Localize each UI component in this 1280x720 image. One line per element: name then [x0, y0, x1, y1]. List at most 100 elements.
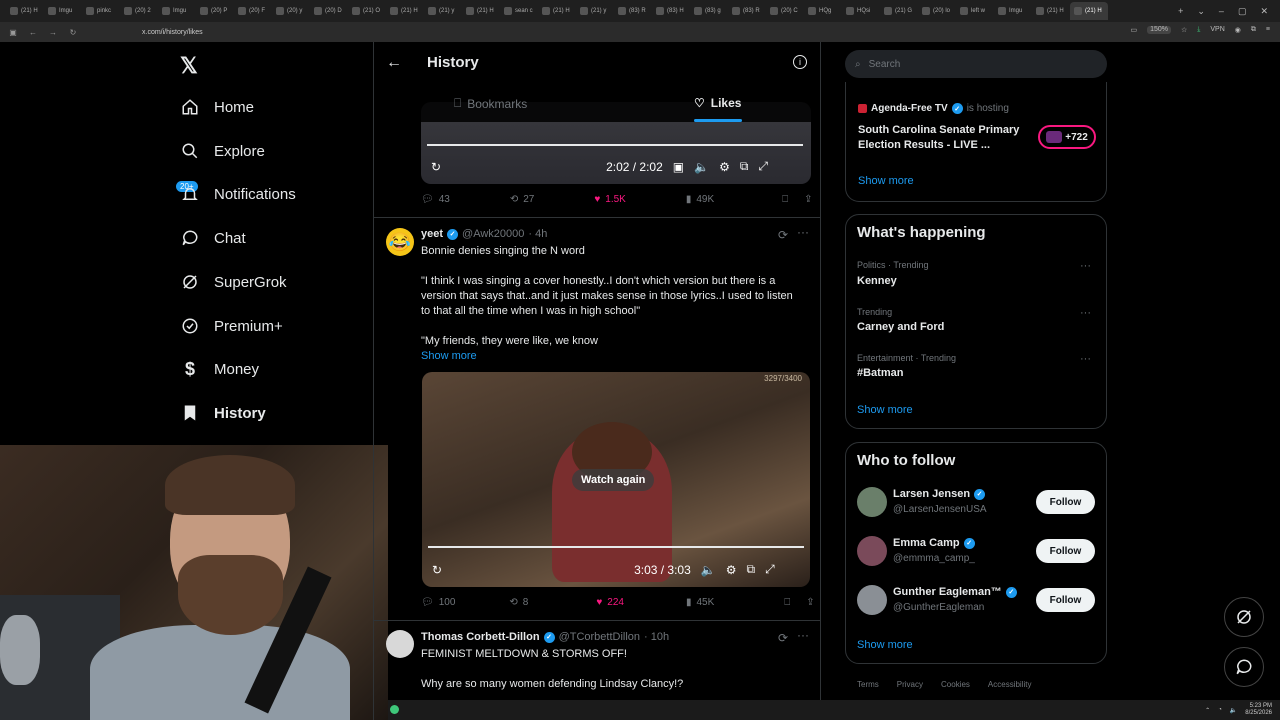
volume-icon[interactable]: 🔈: [701, 563, 716, 577]
url-field[interactable]: x.com/i/history/likes: [142, 29, 203, 36]
info-icon[interactable]: i: [793, 55, 807, 69]
tab-likes[interactable]: ♡ Likes: [694, 96, 741, 110]
footer-link-terms[interactable]: Terms: [857, 680, 879, 689]
maximize-icon[interactable]: ▢: [1238, 6, 1247, 17]
trend-name[interactable]: #Batman: [857, 367, 903, 379]
grok-explain-icon[interactable]: ⟳: [778, 228, 788, 242]
browser-tab[interactable]: HQsi: [842, 2, 880, 20]
browser-tab[interactable]: (21) H: [538, 2, 576, 20]
volume-icon[interactable]: 🔈: [694, 160, 709, 174]
watch-again-button[interactable]: Watch again: [572, 469, 655, 491]
wallet-icon[interactable]: ◉: [1235, 26, 1241, 34]
nav-notifications[interactable]: Notifications: [180, 184, 296, 204]
tweet-age[interactable]: · 10h: [644, 631, 669, 643]
browser-tab[interactable]: sean c: [500, 2, 538, 20]
trend-options-icon[interactable]: ···: [1080, 353, 1091, 365]
browser-tab[interactable]: (20) F: [234, 2, 272, 20]
browser-tab[interactable]: (83) R: [614, 2, 652, 20]
trend-options-icon[interactable]: ···: [1080, 307, 1091, 319]
follow-button[interactable]: Follow: [1036, 539, 1095, 563]
footer-link-accessibility[interactable]: Accessibility: [988, 680, 1032, 689]
browser-tab[interactable]: (20) P: [196, 2, 234, 20]
live-listeners[interactable]: +722: [1038, 125, 1096, 149]
browser-tab[interactable]: (20) y: [272, 2, 310, 20]
browser-tab[interactable]: (21) H: [1070, 2, 1108, 20]
follow-show-more[interactable]: Show more: [857, 639, 913, 651]
reply-button[interactable]: 💬︎ 43: [421, 194, 450, 205]
like-button[interactable]: ♥ 1.5K: [594, 194, 626, 205]
back-arrow-icon[interactable]: ←: [386, 54, 402, 72]
settings-icon[interactable]: ⚙: [726, 563, 737, 577]
browser-tab[interactable]: (83) R: [728, 2, 766, 20]
grok-float-button[interactable]: [1224, 597, 1264, 637]
browser-tab[interactable]: Imgu: [994, 2, 1032, 20]
browser-tab[interactable]: (21) H: [6, 2, 44, 20]
follow-button[interactable]: Follow: [1036, 588, 1095, 612]
show-more-link[interactable]: Show more: [421, 349, 477, 364]
browser-tab[interactable]: (83) g: [690, 2, 728, 20]
footer-link-privacy[interactable]: Privacy: [897, 680, 923, 689]
avatar[interactable]: 😂: [386, 228, 414, 256]
tab-list-icon[interactable]: ⌄: [1197, 6, 1205, 17]
browser-tab[interactable]: (21) H: [1032, 2, 1070, 20]
tweet1-video[interactable]: 3297/3400 Watch again ↻ 3:03 / 3:03 🔈 ⚙ …: [422, 372, 810, 587]
replay-icon[interactable]: ↻: [432, 563, 442, 577]
views-button[interactable]: ▮ 49K: [686, 194, 714, 205]
bookmark-button[interactable]: ⎕: [782, 194, 788, 205]
views-button[interactable]: ▮ 45K: [686, 597, 714, 608]
tweet0-progress-bar[interactable]: [427, 144, 803, 146]
trend-name[interactable]: Carney and Ford: [857, 321, 944, 333]
clock[interactable]: 5:23 PM 8/25/2026: [1245, 703, 1272, 717]
zoom-level[interactable]: 150%: [1147, 26, 1171, 34]
browser-tab[interactable]: (21) H: [386, 2, 424, 20]
grok-explain-icon[interactable]: ⟳: [778, 631, 788, 645]
live-host[interactable]: Agenda-Free TV ✓ is hosting: [858, 103, 1009, 114]
repost-button[interactable]: ⟲ 8: [509, 597, 528, 608]
trend-name[interactable]: Kenney: [857, 275, 897, 287]
browser-tab[interactable]: HQg: [804, 2, 842, 20]
nav-supergrok[interactable]: SuperGrok: [180, 272, 287, 292]
avatar[interactable]: [857, 487, 887, 517]
browser-tab[interactable]: pinkc: [82, 2, 120, 20]
tray-chevron-icon[interactable]: ⌃: [1205, 707, 1210, 714]
reload-icon[interactable]: ↻: [66, 28, 80, 37]
browser-tab[interactable]: (20) lo: [918, 2, 956, 20]
avatar[interactable]: [386, 630, 414, 658]
extensions-icon[interactable]: ⧉: [1251, 26, 1256, 34]
volume-icon[interactable]: 🔈: [1230, 707, 1237, 714]
footer-link-cookies[interactable]: Cookies: [941, 680, 970, 689]
browser-tab[interactable]: Imgu: [158, 2, 196, 20]
more-options-icon[interactable]: ···: [797, 225, 809, 239]
browser-tab[interactable]: Imgu: [44, 2, 82, 20]
avatar[interactable]: [857, 585, 887, 615]
avatar[interactable]: [857, 536, 887, 566]
browser-tab[interactable]: (21) H: [462, 2, 500, 20]
browser-tab[interactable]: (83) H: [652, 2, 690, 20]
reply-button[interactable]: 💬︎ 100: [421, 597, 455, 608]
close-window-icon[interactable]: ✕: [1260, 6, 1268, 17]
back-icon[interactable]: ←: [26, 28, 40, 37]
nav-money[interactable]: $ Money: [180, 359, 259, 379]
author-handle[interactable]: @Awk20000: [462, 228, 524, 240]
happening-show-more[interactable]: Show more: [857, 404, 913, 416]
browser-tab[interactable]: (21) y: [576, 2, 614, 20]
repost-button[interactable]: ⟲ 27: [510, 194, 535, 205]
trend-options-icon[interactable]: ···: [1080, 260, 1091, 272]
tab-bookmarks[interactable]: ⎕ Bookmarks: [454, 96, 527, 111]
reader-icon[interactable]: ▭: [1130, 26, 1137, 34]
nav-premium[interactable]: Premium+: [180, 316, 283, 336]
author-handle[interactable]: @TCorbettDillon: [559, 631, 640, 643]
follow-user-handle[interactable]: @GuntherEagleman: [893, 602, 984, 613]
fullscreen-icon[interactable]: ⤢: [765, 562, 775, 577]
pip-icon[interactable]: ⧉: [740, 159, 749, 174]
star-icon[interactable]: ☆: [1181, 26, 1187, 34]
settings-icon[interactable]: ⚙: [719, 160, 730, 174]
pip-icon[interactable]: ⧉: [747, 562, 756, 577]
follow-user-name[interactable]: Gunther Eagleman™ ✓: [893, 586, 1017, 598]
nav-home[interactable]: Home: [180, 97, 254, 117]
fullscreen-icon[interactable]: ⤢: [758, 159, 768, 174]
share-button[interactable]: ⇪: [806, 597, 814, 608]
search-input[interactable]: ⌕ Search: [845, 50, 1107, 78]
browser-tab[interactable]: (20) C: [766, 2, 804, 20]
author-name[interactable]: Thomas Corbett-Dillon: [421, 631, 540, 643]
